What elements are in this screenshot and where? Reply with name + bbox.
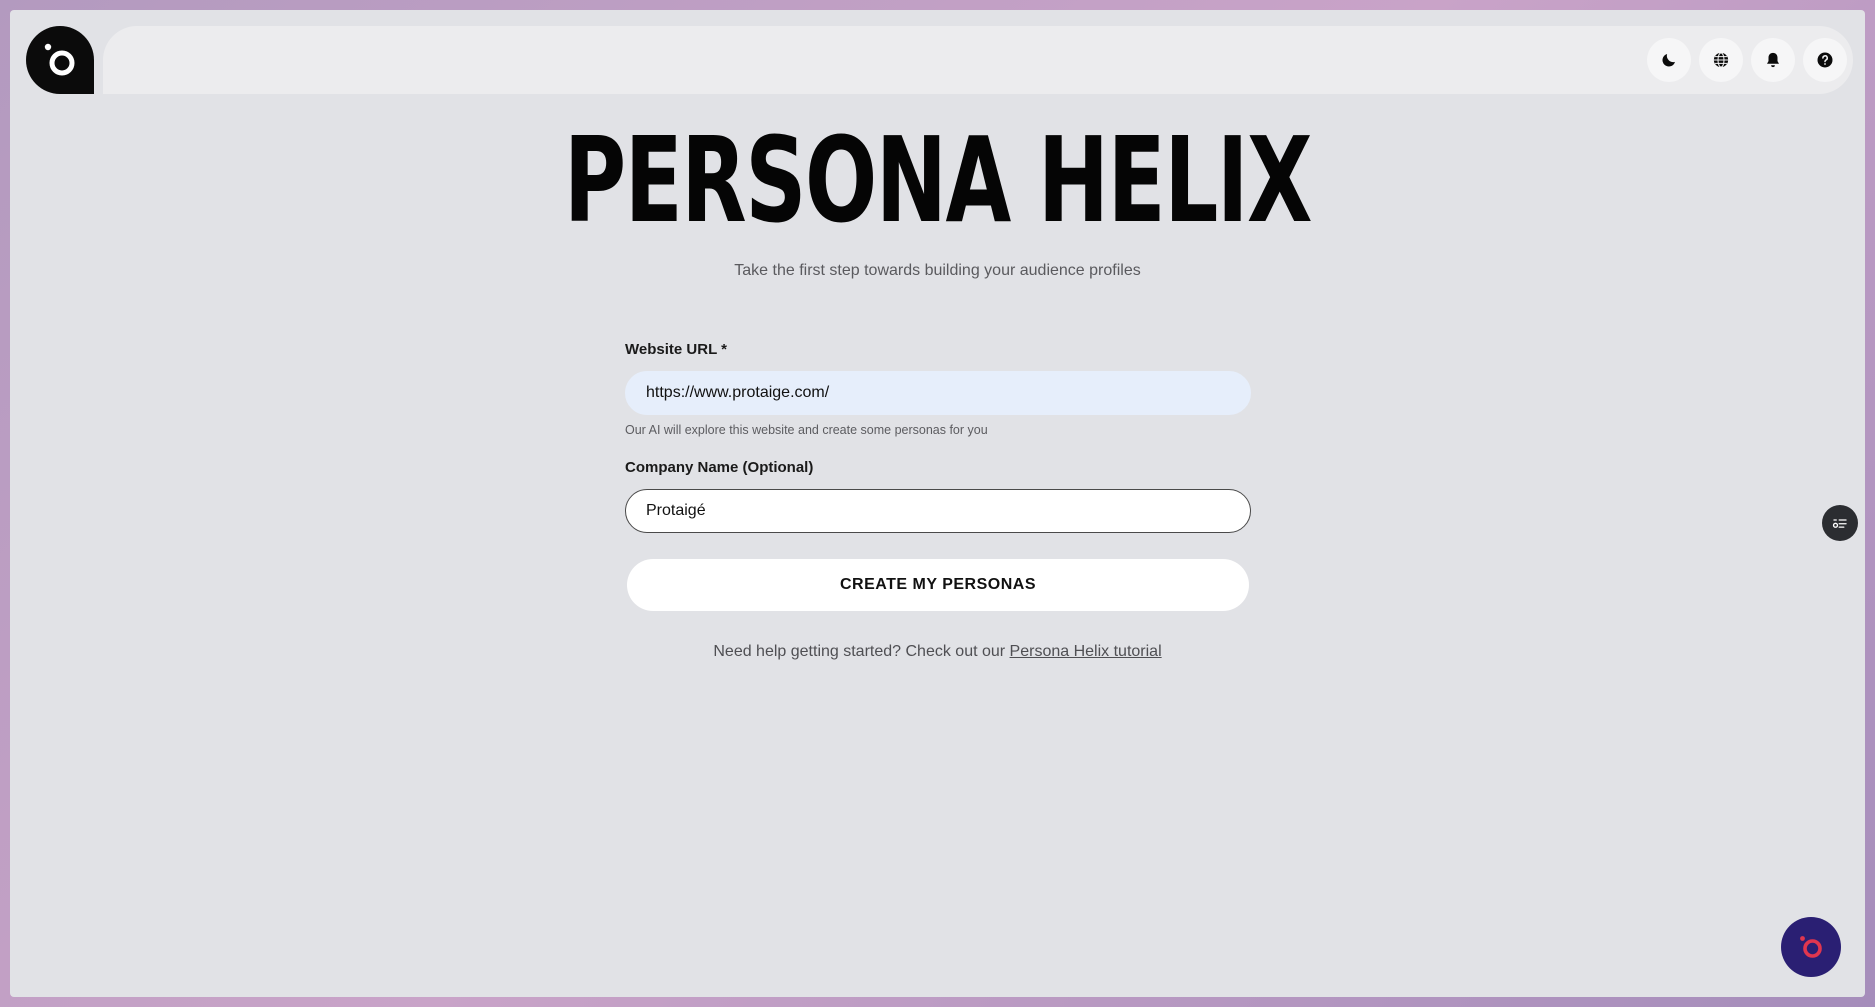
brand-logo-icon — [44, 43, 75, 76]
notifications-button[interactable] — [1751, 38, 1795, 82]
website-url-hint: Our AI will explore this website and cre… — [625, 423, 988, 437]
chat-assistant-button[interactable] — [1781, 917, 1841, 977]
list-settings-icon — [1832, 519, 1847, 528]
tutorial-link[interactable]: Persona Helix tutorial — [1010, 643, 1162, 660]
website-url-label: Website URL * — [625, 341, 727, 358]
app-frame: PERSONA HELIX Take the first step toward… — [10, 10, 1865, 997]
bell-icon — [1767, 52, 1779, 68]
moon-icon — [1662, 54, 1675, 67]
question-icon — [1817, 52, 1833, 68]
side-panel-toggle[interactable] — [1822, 505, 1858, 541]
help-prefix: Need help getting started? Check out our — [713, 643, 1010, 660]
company-name-label: Company Name (Optional) — [625, 459, 814, 476]
brand-logo[interactable] — [26, 26, 94, 94]
page-title: PERSONA HELIX — [563, 111, 1313, 249]
help-button[interactable] — [1803, 38, 1847, 82]
page-subtitle: Take the first step towards building you… — [734, 262, 1141, 279]
help-text: Need help getting started? Check out our… — [10, 643, 1865, 661]
chat-logo-icon — [1800, 936, 1822, 958]
dark-mode-button[interactable] — [1647, 38, 1691, 82]
create-personas-button[interactable]: CREATE MY PERSONAS — [627, 559, 1249, 611]
globe-icon — [1713, 52, 1729, 68]
language-button[interactable] — [1699, 38, 1743, 82]
top-bar — [103, 26, 1853, 94]
persona-form: Website URL * Our AI will explore this w… — [625, 340, 1251, 611]
website-url-input[interactable] — [625, 371, 1251, 415]
company-name-input[interactable] — [625, 489, 1251, 533]
